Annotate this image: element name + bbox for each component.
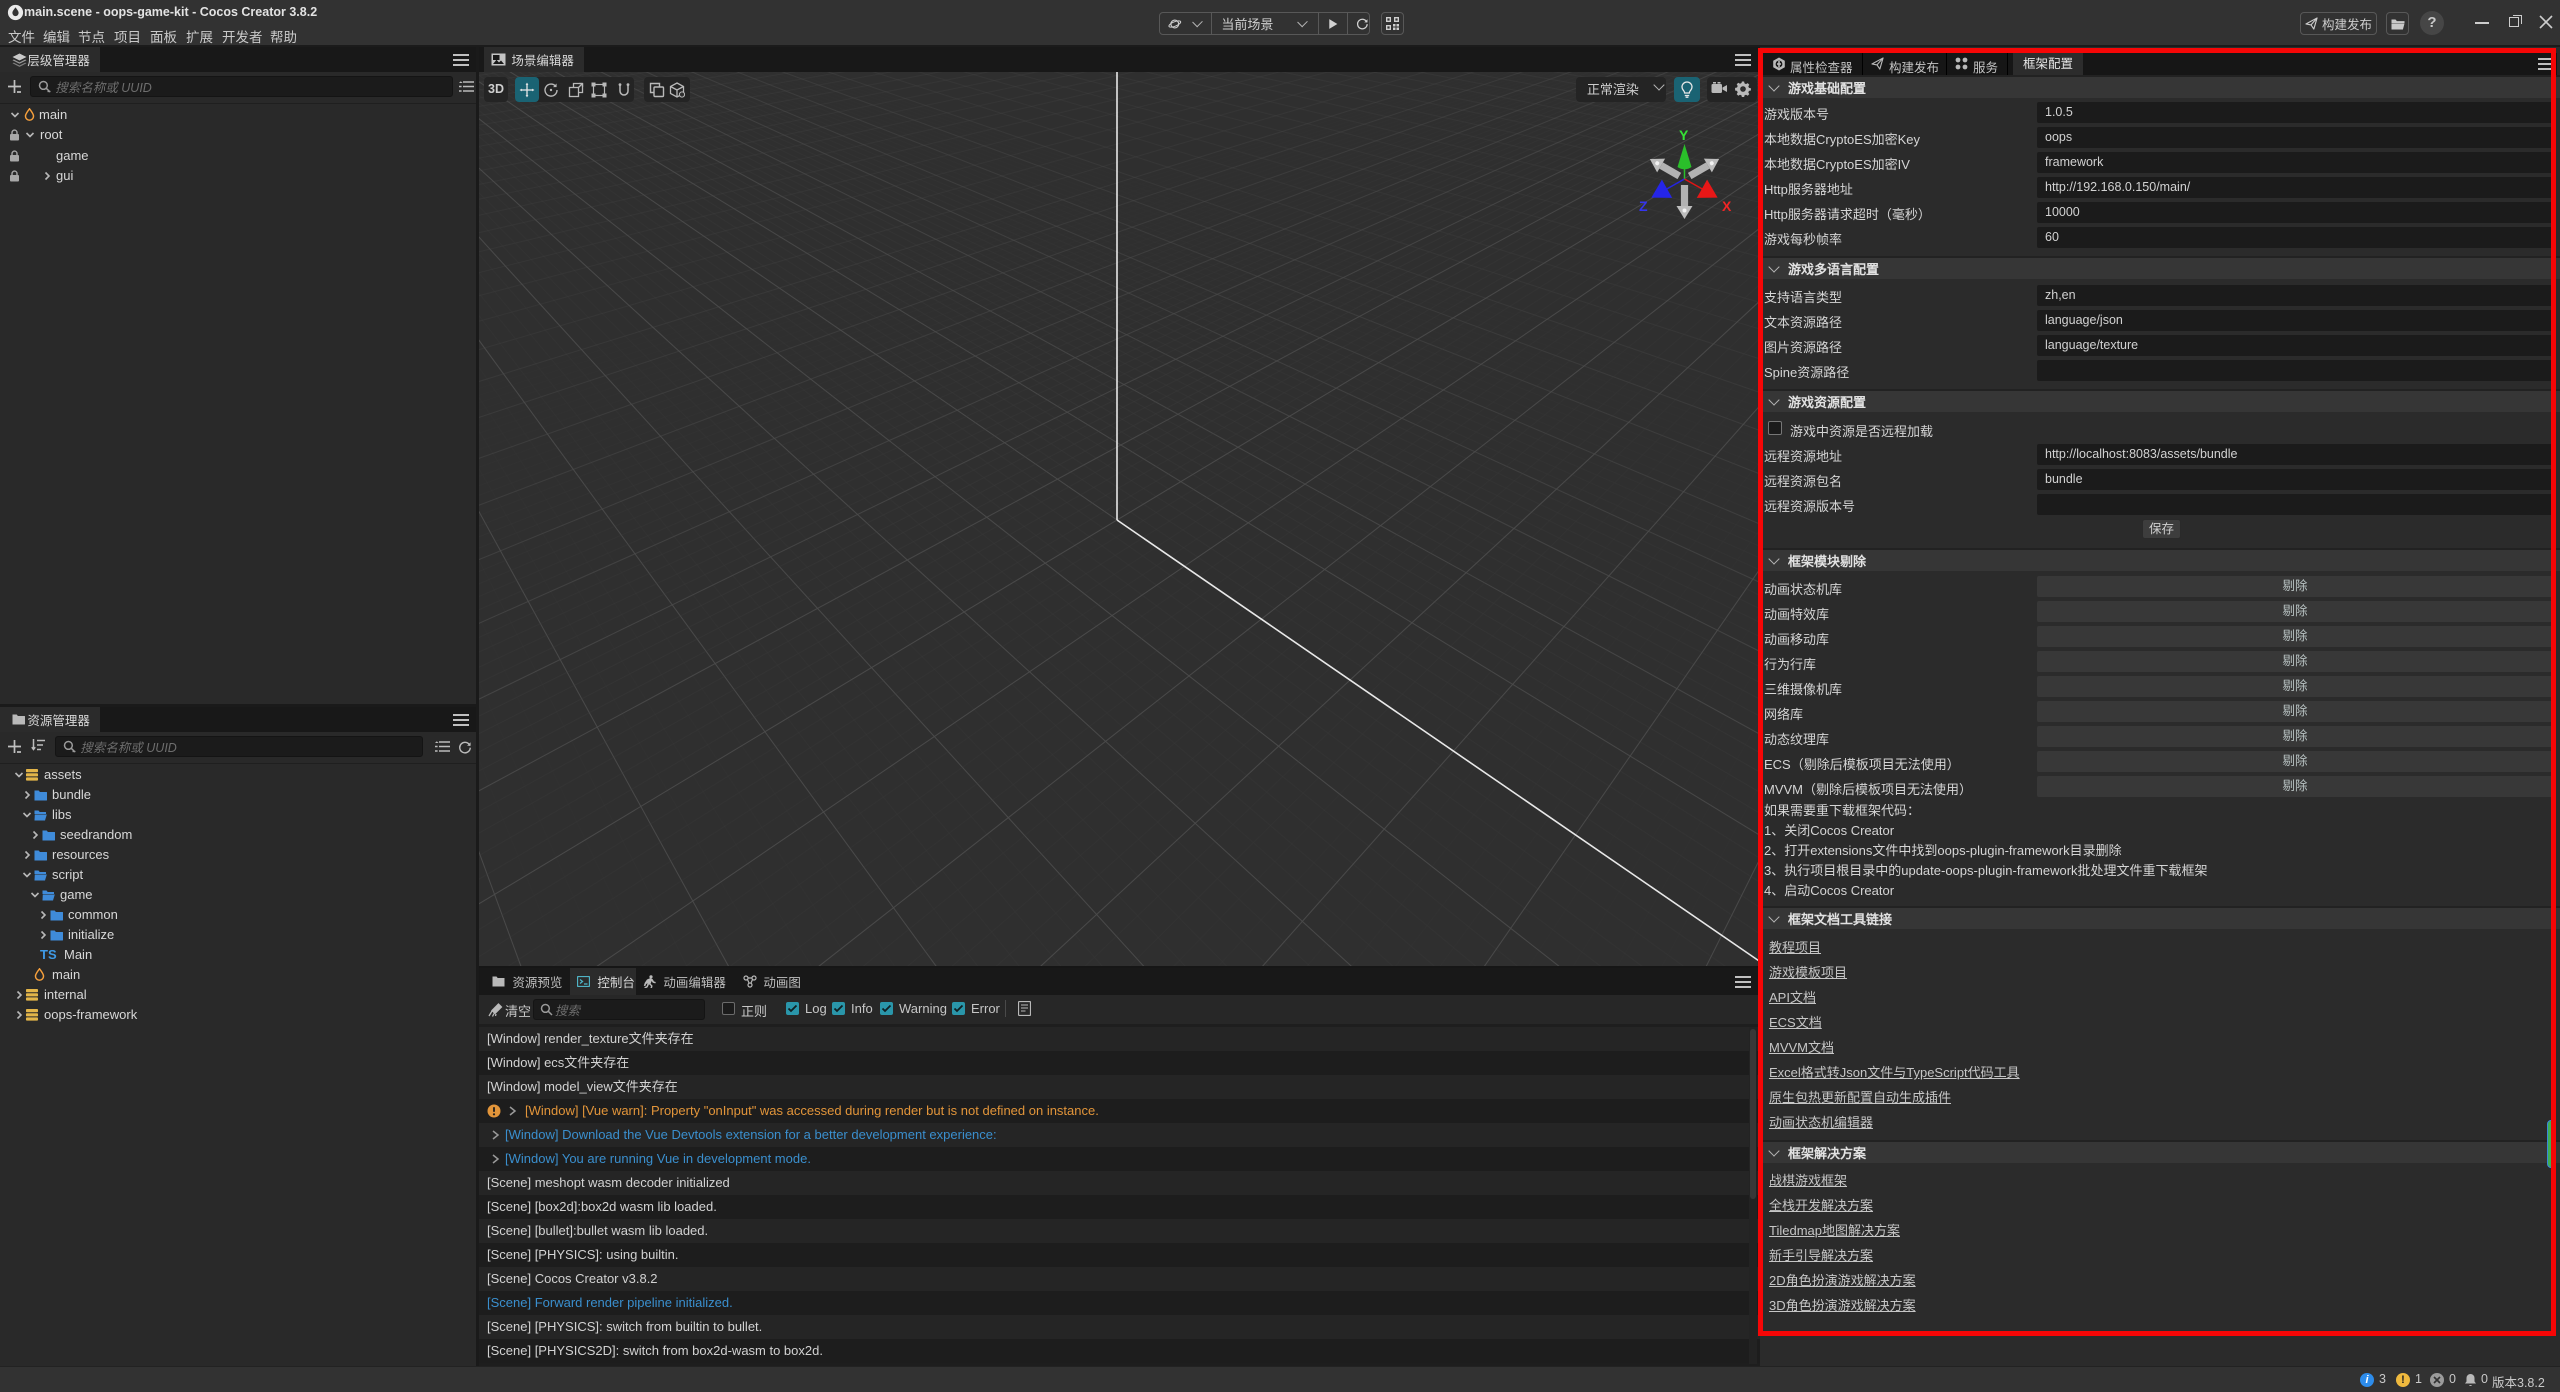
svg-text:Y: Y: [1679, 127, 1689, 143]
svg-text:Z: Z: [1639, 198, 1648, 214]
svg-text:X: X: [1722, 198, 1732, 214]
